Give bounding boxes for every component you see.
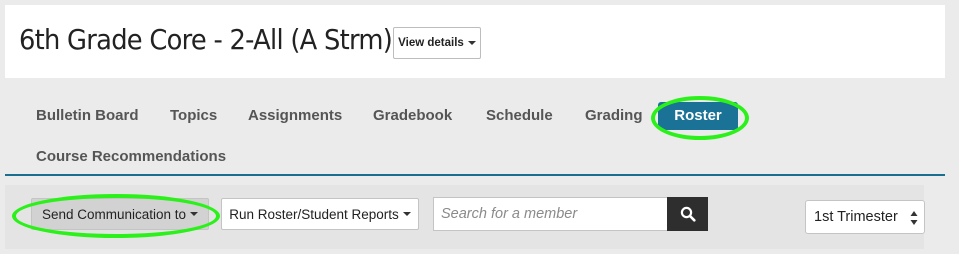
updown-arrows-icon xyxy=(910,211,918,225)
tab-gradebook[interactable]: Gradebook xyxy=(373,102,452,130)
caret-down-icon xyxy=(402,212,411,216)
course-header: 6th Grade Core - 2-All (A Strm) View det… xyxy=(5,5,945,78)
roster-toolbar: Send Communication to Run Roster/Student… xyxy=(5,185,925,249)
send-communication-button[interactable]: Send Communication to xyxy=(31,198,209,230)
term-select[interactable]: 1st Trimester xyxy=(805,200,925,234)
tab-course-recommendations[interactable]: Course Recommendations xyxy=(36,143,226,171)
tab-schedule[interactable]: Schedule xyxy=(486,102,553,130)
view-details-button[interactable]: View details xyxy=(393,27,481,59)
tab-topics[interactable]: Topics xyxy=(170,102,217,130)
search-button[interactable] xyxy=(667,197,708,231)
run-reports-label: Run Roster/Student Reports xyxy=(229,206,399,222)
tab-grading[interactable]: Grading xyxy=(585,102,643,130)
tab-assignments[interactable]: Assignments xyxy=(248,102,342,130)
member-search-input[interactable] xyxy=(433,197,667,231)
caret-down-icon xyxy=(190,212,199,216)
view-details-label: View details xyxy=(398,37,464,49)
search-icon xyxy=(680,206,696,222)
tab-bulletin-board[interactable]: Bulletin Board xyxy=(36,102,139,130)
term-select-value: 1st Trimester xyxy=(814,209,898,225)
nav-divider xyxy=(5,174,945,176)
run-reports-button[interactable]: Run Roster/Student Reports xyxy=(221,198,419,230)
page-title: 6th Grade Core - 2-All (A Strm) xyxy=(19,23,393,56)
tab-roster[interactable]: Roster xyxy=(658,102,738,130)
caret-down-icon xyxy=(467,41,476,45)
send-communication-label: Send Communication to xyxy=(41,206,187,222)
